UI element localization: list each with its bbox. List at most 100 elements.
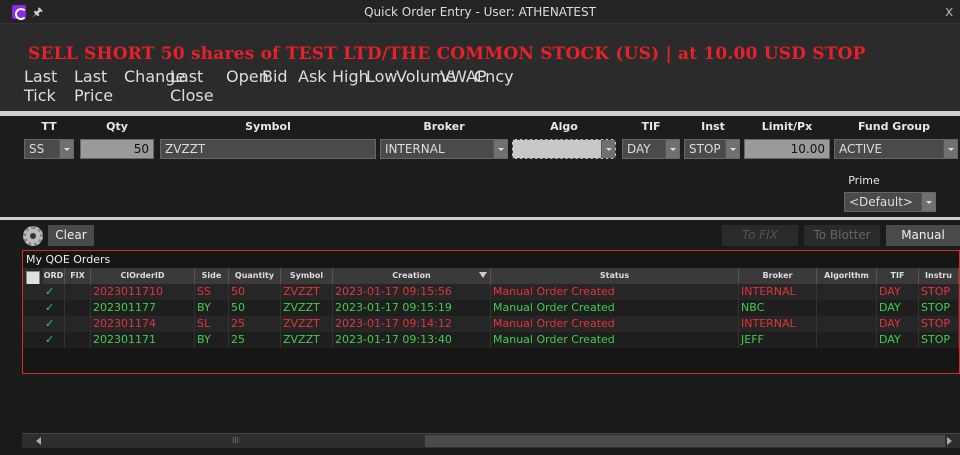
tt-select[interactable]: SS [24, 139, 74, 159]
horizontal-scrollbar[interactable]: III [22, 433, 960, 448]
cell-side: BY [195, 332, 229, 348]
cell-ord: ✓ [43, 316, 65, 332]
column-header[interactable]: Creation [333, 268, 491, 284]
cell-creation: 2023-01-17 09:14:12 [333, 316, 491, 332]
cell-side: BY [195, 300, 229, 316]
table-row[interactable]: ✓ 202301171 BY 25 ZVZZT 2023-01-17 09:13:40 Ma… [23, 332, 959, 348]
cell-tif: DAY [877, 316, 919, 332]
quote-header: Last Tick [24, 67, 58, 105]
order-entry-panel: TT Qty Symbol Broker Algo TIF Inst Limit… [0, 116, 960, 217]
column-header[interactable]: Status [491, 268, 739, 284]
column-header[interactable]: Broker [739, 268, 817, 284]
column-header[interactable]: Instru [919, 268, 959, 284]
cell-creation: 2023-01-17 09:15:19 [333, 300, 491, 316]
table-row[interactable]: ✓ 2023011710 SS 50 ZVZZT 2023-01-17 09:15:56 M… [23, 284, 959, 300]
cell-ord: ✓ [43, 284, 65, 300]
cell-creation: 2023-01-17 09:13:40 [333, 332, 491, 348]
cell-qty: 50 [229, 300, 281, 316]
cell-id: 202301174 [91, 316, 195, 332]
column-header[interactable]: Symbol [281, 268, 333, 284]
cell-status: Manual Order Created [491, 300, 739, 316]
chevron-down-icon [493, 140, 507, 158]
inst-select[interactable]: STOP [684, 139, 740, 159]
cell-qty: 50 [229, 284, 281, 300]
cell-ord: ✓ [43, 332, 65, 348]
column-header[interactable]: ORD [43, 268, 65, 284]
scroll-thumb[interactable] [425, 435, 945, 447]
cell-symbol: ZVZZT [281, 316, 333, 332]
manual-button[interactable]: Manual [886, 225, 960, 246]
cell-fix [65, 284, 91, 300]
cell-ord: ✓ [43, 300, 65, 316]
column-header[interactable]: Quantity [229, 268, 281, 284]
quote-header: Change [124, 67, 186, 86]
cell-id: 2023011710 [91, 284, 195, 300]
qty-input[interactable]: 50 [80, 139, 154, 159]
edit-icon[interactable] [26, 271, 40, 285]
column-header[interactable]: ClOrderID [91, 268, 195, 284]
order-summary-text: SELL SHORT 50 shares of TEST LTD/THE COM… [28, 44, 866, 64]
cell-status: Manual Order Created [491, 332, 739, 348]
cell-inst: STOP [919, 316, 959, 332]
scroll-left-icon[interactable] [36, 437, 41, 445]
cell-tif: DAY [877, 284, 919, 300]
algo-label: Algo [550, 120, 578, 133]
scroll-right-icon[interactable] [947, 437, 952, 445]
column-header[interactable]: FIX [65, 268, 91, 284]
cell-symbol: ZVZZT [281, 332, 333, 348]
broker-select[interactable]: INTERNAL [380, 139, 508, 159]
quote-header: Last Close [170, 67, 214, 105]
to-fix-button[interactable]: To FIX [722, 225, 798, 246]
cell-id: 202301171 [91, 332, 195, 348]
cell-status: Manual Order Created [491, 316, 739, 332]
table-row[interactable]: ✓ 202301177 BY 50 ZVZZT 2023-01-17 09:15:19 Ma… [23, 300, 959, 316]
orders-title: My QOE Orders [26, 253, 111, 266]
fund-group-label: Fund Group [857, 120, 931, 133]
inst-label: Inst [701, 120, 725, 133]
quote-header: Bid [262, 67, 288, 86]
cell-algo [817, 332, 877, 348]
chevron-down-icon [921, 193, 935, 211]
chevron-down-icon [59, 140, 73, 158]
quote-header: Low [366, 67, 398, 86]
quote-header: VWAP [440, 67, 487, 86]
quote-header: High [332, 67, 369, 86]
column-header[interactable]: Algorithm [817, 268, 877, 284]
tif-label: TIF [641, 120, 661, 133]
chevron-down-icon [601, 140, 615, 158]
chevron-down-icon [943, 140, 957, 158]
cell-algo [817, 316, 877, 332]
cell-id: 202301177 [91, 300, 195, 316]
cell-creation: 2023-01-17 09:15:56 [333, 284, 491, 300]
cell-broker: JEFF [739, 332, 817, 348]
cell-tif: DAY [877, 300, 919, 316]
cell-side: SS [195, 284, 229, 300]
column-header[interactable]: TIF [877, 268, 919, 284]
cell-inst: STOP [919, 300, 959, 316]
algo-select[interactable] [512, 139, 616, 159]
limit-price-input[interactable]: 10.00 [744, 139, 830, 159]
column-header[interactable]: Side [195, 268, 229, 284]
clear-button[interactable]: Clear [48, 225, 94, 246]
cell-inst: STOP [919, 284, 959, 300]
prime-select[interactable]: <Default> [844, 192, 936, 212]
chevron-down-icon [665, 140, 679, 158]
cell-side: SL [195, 316, 229, 332]
cell-algo [817, 300, 877, 316]
symbol-input[interactable]: ZVZZT [160, 139, 376, 159]
limit-label: Limit/Px [761, 120, 813, 133]
gear-icon[interactable] [23, 226, 43, 246]
table-row[interactable]: ✓ 202301174 SL 25 ZVZZT 2023-01-17 09:14:12 Ma… [23, 316, 959, 332]
quote-header: Open [226, 67, 269, 86]
tt-label: TT [41, 120, 57, 133]
tif-select[interactable]: DAY [622, 139, 680, 159]
cell-symbol: ZVZZT [281, 284, 333, 300]
cell-fix [65, 300, 91, 316]
filter-icon[interactable] [479, 272, 487, 278]
close-icon[interactable]: x [945, 4, 953, 20]
fund-group-select[interactable]: ACTIVE [834, 139, 958, 159]
broker-label: Broker [423, 120, 465, 133]
cell-qty: 25 [229, 332, 281, 348]
cell-tif: DAY [877, 332, 919, 348]
to-blotter-button[interactable]: To Blotter [804, 225, 880, 246]
